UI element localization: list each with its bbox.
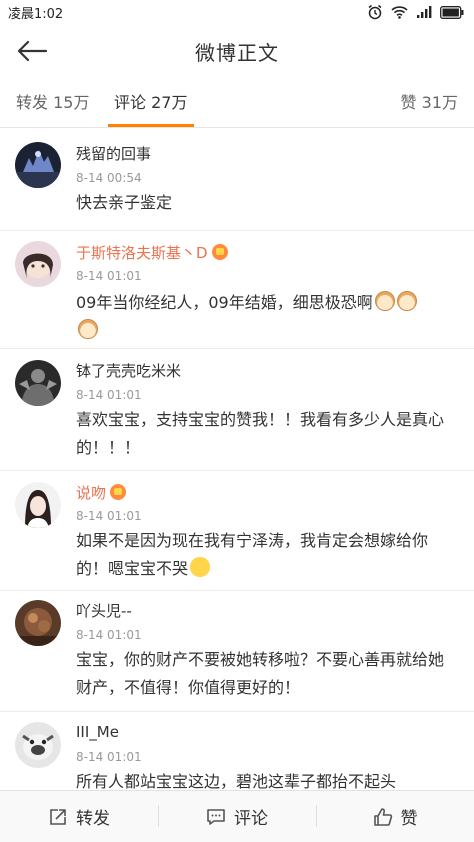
repost-button[interactable]: 转发 <box>0 791 158 842</box>
comment-item[interactable]: 残留的回事 8-14 00:54 快去亲子鉴定 <box>0 128 474 231</box>
status-icons <box>367 4 464 20</box>
comment-username[interactable]: 于斯特洛夫斯基丶D <box>76 242 228 263</box>
comment-label: 评论 <box>234 809 268 829</box>
avatar[interactable] <box>15 142 61 188</box>
avatar[interactable] <box>15 360 61 406</box>
alarm-icon <box>367 4 383 20</box>
like-label: 赞 <box>400 809 418 829</box>
page-title: 微博正文 <box>195 40 279 65</box>
nav-bar: 微博正文 <box>0 24 474 78</box>
comment-item[interactable]: 于斯特洛夫斯基丶D 8-14 01:01 09年当你经纪人，09年结婚，细思极恐… <box>0 231 474 349</box>
cat-emoji-icon <box>78 319 98 339</box>
comment-item[interactable]: 吖头児-- 8-14 01:01 宝宝，你的财产不要被她转移啦？不要心善再就给她… <box>0 591 474 712</box>
comment-text: 09年当你经纪人，09年结婚，细思极恐啊 <box>76 289 456 345</box>
signal-icon <box>416 5 432 19</box>
comment-text: 快去亲子鉴定 <box>76 193 173 212</box>
comment-text: 所有人都站宝宝这边，碧池这辈子都抬不起头 <box>76 772 397 790</box>
back-button[interactable] <box>14 36 50 66</box>
status-time: 凌晨1:02 <box>8 6 64 22</box>
comment-text: 喜欢宝宝，支持宝宝的赞我！！我看有多少人是真心的！！！ <box>76 410 445 457</box>
vip-badge-icon <box>110 484 127 500</box>
comment-time: 8-14 01:01 <box>76 509 142 523</box>
comment-username[interactable]: III_Me <box>76 723 119 741</box>
tab-repost[interactable]: 转发 15万 <box>16 80 89 128</box>
repost-icon <box>50 808 66 825</box>
comment-time: 8-14 01:01 <box>76 628 142 642</box>
vip-badge-icon <box>211 244 228 260</box>
active-tab-indicator <box>108 124 194 127</box>
back-arrow-icon <box>17 40 48 62</box>
avatar[interactable] <box>15 482 61 528</box>
smile-emoji-icon <box>190 557 211 577</box>
battery-icon <box>440 5 464 19</box>
comment-text: 宝宝，你的财产不要被她转移啦？不要心善再就给她财产，不值得！你值得更好的！ <box>76 650 445 697</box>
comment-time: 8-14 01:01 <box>76 269 142 283</box>
wifi-icon <box>391 5 408 19</box>
comment-time: 8-14 01:01 <box>76 750 142 764</box>
comment-username[interactable]: 说吻 <box>76 482 127 503</box>
comment-username[interactable]: 残留的回事 <box>76 143 151 164</box>
comment-item[interactable]: 钵了壳壳吃米米 8-14 01:01 喜欢宝宝，支持宝宝的赞我！！我看有多少人是… <box>0 349 474 471</box>
tab-comment[interactable]: 评论 27万 <box>114 80 187 128</box>
comment-item[interactable]: 说吻 8-14 01:01 如果不是因为现在我有宁泽涛，我肯定会想嫁给你的！嗯宝… <box>0 471 474 591</box>
repost-label: 转发 <box>76 809 110 829</box>
comment-time: 8-14 00:54 <box>76 171 142 185</box>
comment-username[interactable]: 钵了壳壳吃米米 <box>76 360 181 381</box>
bottom-action-bar: 转发 评论 赞 <box>0 790 474 842</box>
comment-button[interactable]: 评论 <box>158 791 316 842</box>
comment-item[interactable]: III_Me 8-14 01:01 所有人都站宝宝这边，碧池这辈子都抬不起头 <box>0 712 474 790</box>
avatar[interactable] <box>15 722 61 768</box>
comment-icon <box>207 808 225 825</box>
cat-emoji-icon <box>374 291 395 311</box>
tab-like[interactable]: 赞 31万 <box>401 80 458 128</box>
tab-bar: 转发 15万 评论 27万 赞 31万 <box>0 80 474 128</box>
status-bar: 凌晨1:02 <box>0 0 474 24</box>
cat-emoji-icon <box>396 291 417 311</box>
comment-time: 8-14 01:01 <box>76 388 142 402</box>
thumbs-up-icon <box>373 807 392 826</box>
comment-list[interactable]: 残留的回事 8-14 00:54 快去亲子鉴定 于斯特洛夫斯基丶D 8-14 0… <box>0 128 474 790</box>
like-button[interactable]: 赞 <box>316 791 474 842</box>
avatar[interactable] <box>15 241 61 287</box>
comment-username[interactable]: 吖头児-- <box>76 600 132 621</box>
avatar[interactable] <box>15 600 61 646</box>
comment-text: 如果不是因为现在我有宁泽涛，我肯定会想嫁给你的！嗯宝宝不哭 <box>76 531 429 578</box>
